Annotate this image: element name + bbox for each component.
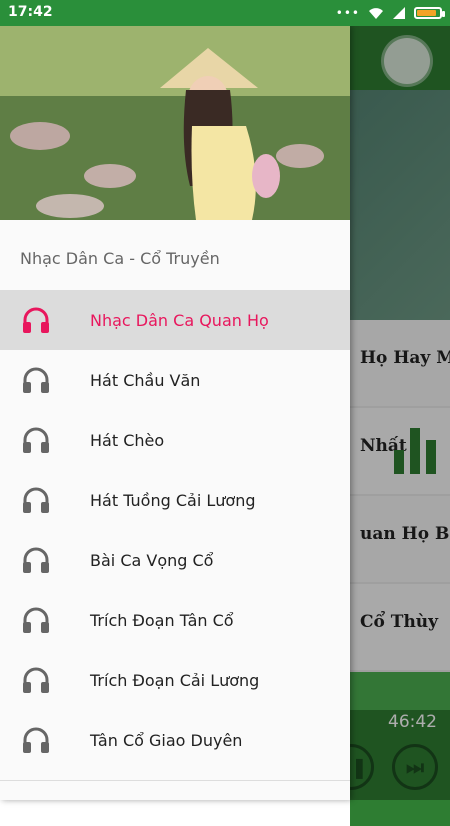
menu-item-label: Bài Ca Vọng Cổ (90, 550, 214, 570)
wifi-icon (369, 8, 383, 19)
menu-item-label: Trích Đoạn Tân Cổ (90, 610, 234, 630)
headphones-icon (23, 367, 49, 393)
headphones-icon (23, 727, 49, 753)
menu-item-trich-doan-cai-luong[interactable]: Trích Đoạn Cải Lương (0, 650, 350, 710)
menu-item-label: Nhạc Dân Ca Quan Họ (90, 310, 269, 330)
menu-item-label: Hát Chầu Văn (90, 370, 201, 390)
menu-item-label: Tân Cổ Giao Duyên (90, 730, 243, 750)
headphones-icon (23, 667, 49, 693)
menu-item-hat-tuong-cai-luong[interactable]: Hát Tuồng Cải Lương (0, 470, 350, 530)
drawer-divider (0, 780, 350, 781)
menu-item-tan-co-giao-duyen[interactable]: Tân Cổ Giao Duyên (0, 710, 350, 770)
drawer-menu: Nhạc Dân Ca Quan Họ Hát Chầu Văn Hát Chè… (0, 290, 350, 770)
header-photo (0, 26, 350, 220)
status-bar: 17:42 ••• (0, 0, 450, 26)
menu-item-label: Hát Chèo (90, 430, 165, 450)
status-icons: ••• (335, 5, 445, 21)
headphones-icon (23, 607, 49, 633)
navigation-drawer: Nhạc Dân Ca - Cổ Truyền Nhạc Dân Ca Quan… (0, 26, 350, 800)
menu-item-bai-ca-vong-co[interactable]: Bài Ca Vọng Cổ (0, 530, 350, 590)
menu-item-nhac-dan-ca-quan-ho[interactable]: Nhạc Dân Ca Quan Họ (0, 290, 350, 350)
headphones-icon (23, 487, 49, 513)
menu-item-hat-cheo[interactable]: Hát Chèo (0, 410, 350, 470)
menu-item-label: Trích Đoạn Cải Lương (90, 670, 260, 690)
menu-item-label: Hát Tuồng Cải Lương (90, 490, 256, 510)
notification-dots: ••• (335, 6, 360, 20)
battery-icon (414, 7, 445, 19)
drawer-section-title: Nhạc Dân Ca - Cổ Truyền (20, 249, 220, 268)
menu-item-trich-doan-tan-co[interactable]: Trích Đoạn Tân Cổ (0, 590, 350, 650)
headphones-icon (23, 307, 49, 333)
drawer-header-image (0, 26, 350, 220)
headphones-icon (23, 427, 49, 453)
headphones-icon (23, 547, 49, 573)
status-time: 17:42 (8, 4, 53, 20)
signal-icon (393, 7, 405, 19)
menu-item-hat-chau-van[interactable]: Hát Chầu Văn (0, 350, 350, 410)
